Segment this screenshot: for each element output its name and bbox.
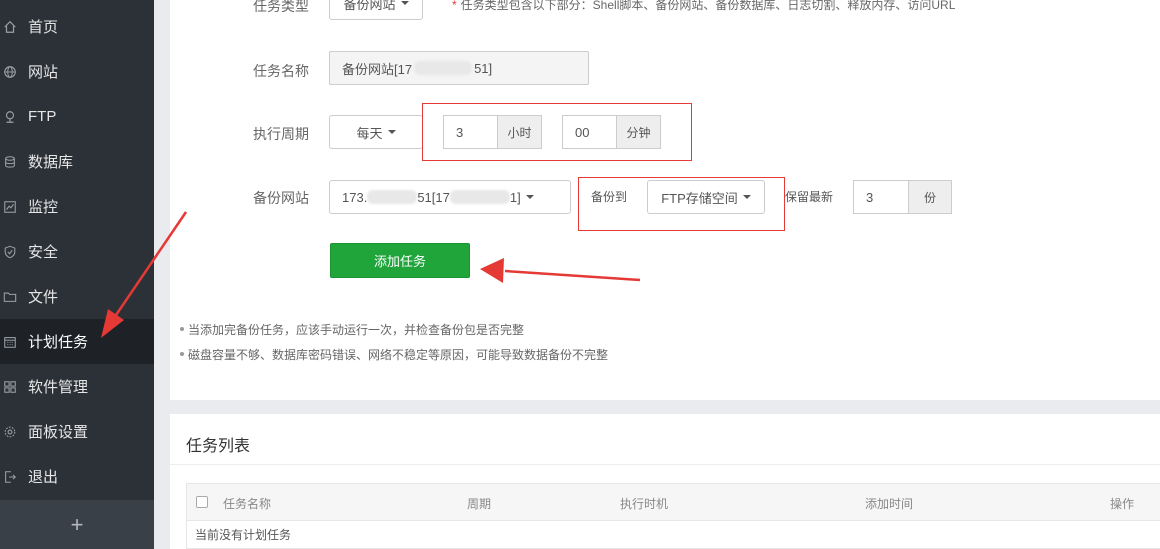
note-item: 磁盘容量不够、数据库密码错误、网络不稳定等原因，可能导致数据备份不完整 <box>179 348 609 362</box>
sidebar-item-label: 首页 <box>28 19 59 36</box>
task-type-value: 备份网站 <box>343 0 396 12</box>
home-icon <box>2 19 18 35</box>
chevron-down-icon <box>742 195 751 199</box>
sidebar-item-software[interactable]: 软件管理 <box>0 364 154 409</box>
select-all-checkbox[interactable] <box>196 496 208 508</box>
redacted-mask <box>414 61 473 75</box>
site-select[interactable]: 173. 51[17 1] <box>329 180 571 214</box>
empty-table-message: 当前没有计划任务 <box>186 521 1160 549</box>
keep-latest-label: 保留最新 <box>785 190 834 204</box>
sidebar-item-home[interactable]: 首页 <box>0 4 154 49</box>
sidebar-item-security[interactable]: 安全 <box>0 229 154 274</box>
shield-icon <box>2 244 18 260</box>
sidebar-item-database[interactable]: 数据库 <box>0 139 154 184</box>
sidebar-item-website[interactable]: 网站 <box>0 49 154 94</box>
column-header-name: 任务名称 <box>223 497 272 511</box>
sidebar-item-label: 文件 <box>28 289 59 306</box>
task-type-hint-text: 任务类型包含以下部分：Shell脚本、备份网站、备份数据库、日志切割、释放内存、… <box>460 0 956 12</box>
chevron-down-icon <box>525 195 534 199</box>
task-name-input[interactable]: 备份网站[17 51] <box>329 51 589 85</box>
keep-count-input[interactable]: 3 <box>853 180 909 214</box>
sidebar-item-logout[interactable]: 退出 <box>0 454 154 499</box>
sidebar-item-cron[interactable]: 计划任务 <box>0 319 154 364</box>
column-header-add-time: 添加时间 <box>865 497 914 511</box>
hour-value: 3 <box>456 124 464 140</box>
database-icon <box>2 154 18 170</box>
ftp-icon <box>2 109 18 125</box>
site-part-3: 1] <box>509 189 521 205</box>
chevron-down-icon <box>387 130 396 134</box>
backup-target-value: FTP存储空间 <box>661 190 738 206</box>
sidebar-item-label: 退出 <box>28 469 59 486</box>
sidebar-item-ftp[interactable]: FTP <box>0 94 154 139</box>
sidebar-item-label: 安全 <box>28 244 59 261</box>
sidebar-item-label: 数据库 <box>28 154 74 171</box>
redacted-mask <box>367 190 418 204</box>
sidebar-item-monitor[interactable]: 监控 <box>0 184 154 229</box>
sidebar: 首页 网站 FTP 数据库 监控 安全 文件 计划任务 软件管理 面板设置 退出… <box>0 0 154 549</box>
site-part-1: 173. <box>342 189 368 205</box>
minute-input[interactable]: 00 <box>562 115 617 149</box>
sidebar-add-button[interactable]: + <box>0 500 154 549</box>
period-value: 每天 <box>356 125 383 141</box>
sidebar-item-label: 面板设置 <box>28 424 89 441</box>
chevron-down-icon <box>400 1 409 5</box>
hour-unit: 小时 <box>497 115 542 149</box>
monitor-icon <box>2 199 18 215</box>
sidebar-item-label: FTP <box>28 108 57 125</box>
task-name-prefix: 备份网站[17 <box>342 61 413 77</box>
sidebar-item-label: 网站 <box>28 64 59 81</box>
sidebar-item-label: 监控 <box>28 199 59 216</box>
divider <box>170 464 1160 465</box>
note-item: 当添加完备份任务，应该手动运行一次，并检查备份包是否完整 <box>179 323 525 337</box>
period-select[interactable]: 每天 <box>329 115 423 149</box>
task-table-header: 任务名称 周期 执行时机 添加时间 操作 <box>186 483 1160 521</box>
sidebar-item-label: 计划任务 <box>28 334 89 351</box>
backup-target-select[interactable]: FTP存储空间 <box>647 180 765 214</box>
column-header-actions: 操作 <box>1110 497 1135 511</box>
globe-icon <box>2 64 18 80</box>
logout-icon <box>2 469 18 485</box>
column-header-period: 周期 <box>467 497 492 511</box>
grid-icon <box>2 379 18 395</box>
period-label: 执行周期 <box>253 126 309 142</box>
sidebar-item-files[interactable]: 文件 <box>0 274 154 319</box>
task-type-select[interactable]: 备份网站 <box>329 0 423 20</box>
add-task-button[interactable]: 添加任务 <box>330 243 470 278</box>
sidebar-item-settings[interactable]: 面板设置 <box>0 409 154 454</box>
folder-icon <box>2 289 18 305</box>
gear-icon <box>2 424 18 440</box>
task-list-panel: 任务列表 任务名称 周期 执行时机 添加时间 操作 当前没有计划任务 <box>170 414 1160 549</box>
calendar-icon <box>2 334 18 350</box>
hour-input[interactable]: 3 <box>443 115 498 149</box>
minute-value: 00 <box>575 124 590 140</box>
minute-unit: 分钟 <box>616 115 661 149</box>
site-part-2: 51[17 <box>417 189 450 205</box>
site-label: 备份网站 <box>253 190 309 206</box>
task-list-title: 任务列表 <box>186 438 251 455</box>
task-name-label: 任务名称 <box>253 63 309 79</box>
task-type-hint: * 任务类型包含以下部分：Shell脚本、备份网站、备份数据库、日志切割、释放内存… <box>452 0 955 13</box>
keep-count-value: 3 <box>866 189 874 205</box>
keep-count-unit: 份 <box>908 180 952 214</box>
task-name-suffix: 51] <box>474 60 493 76</box>
task-type-label: 任务类型 <box>253 0 309 14</box>
column-header-exec-time: 执行时机 <box>620 497 669 511</box>
sidebar-item-label: 软件管理 <box>28 379 89 396</box>
backup-to-label: 备份到 <box>591 190 628 204</box>
redacted-mask <box>449 190 510 204</box>
required-star-icon: * <box>452 0 457 12</box>
